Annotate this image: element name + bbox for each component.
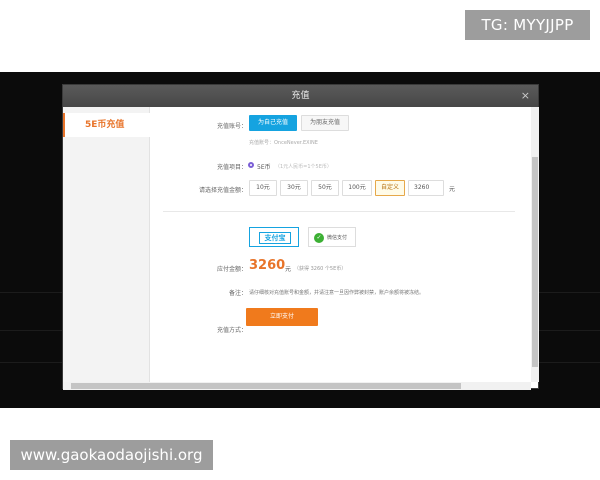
amount-unit: 元 <box>449 186 456 193</box>
close-icon[interactable]: × <box>521 85 530 107</box>
wechat-icon: ✓ <box>314 233 324 243</box>
pay-now-button[interactable]: 立即支付 <box>246 308 318 326</box>
payment-label: 充值方式： <box>216 327 247 334</box>
dialog-sidebar: 5E币充值 <box>63 107 150 382</box>
coin-option: 5E币 <box>257 164 271 171</box>
amount-label: 请选择充值金额： <box>198 187 247 194</box>
horizontal-scrollbar[interactable] <box>63 382 531 390</box>
sidebar-item-5e-coin[interactable]: 5E币充值 <box>63 113 150 137</box>
coin-radio[interactable] <box>248 162 254 168</box>
watermark-top: TG: MYYJJPP <box>465 10 590 40</box>
custom-amount-input[interactable]: 3260 <box>408 180 444 196</box>
total-amount: 3260 <box>249 258 286 273</box>
section-divider <box>163 211 515 212</box>
total-label: 应付金额： <box>216 266 247 273</box>
dialog-title: 充值 <box>291 91 310 101</box>
item-label: 充值项目： <box>216 164 247 171</box>
dialog-titlebar: 充值 × <box>63 85 538 107</box>
exchange-rate: （1元人民币=1个5E币） <box>275 164 332 170</box>
recharge-self-button[interactable]: 为自己充值 <box>249 115 297 131</box>
vertical-scroll-thumb[interactable] <box>532 157 538 367</box>
recharge-friend-button[interactable]: 为朋友充值 <box>301 115 349 131</box>
alipay-logo: 支付宝 <box>259 232 291 244</box>
wechat-pay-option[interactable]: ✓ 微信支付 <box>308 227 356 247</box>
remark-text: 请仔细核对充值账号和金额，并请注意一旦因作弊被封禁，账户余额将被冻结。 <box>249 290 425 296</box>
account-name: 充值账号：OnceNever.EXINE <box>249 140 318 146</box>
alipay-option[interactable]: 支付宝 <box>249 227 299 247</box>
amount-50-button[interactable]: 50元 <box>311 180 339 196</box>
vertical-scrollbar[interactable] <box>531 107 539 382</box>
amount-30-button[interactable]: 30元 <box>280 180 308 196</box>
recharge-dialog: 充值 × 5E币充值 充值账号： 为自己充值 为朋友充值 充值账号：OnceNe… <box>62 84 539 390</box>
amount-100-button[interactable]: 100元 <box>342 180 372 196</box>
dialog-content: 充值账号： 为自己充值 为朋友充值 充值账号：OnceNever.EXINE 充… <box>151 107 527 382</box>
screen-background: 充值 × 5E币充值 充值账号： 为自己充值 为朋友充值 充值账号：OnceNe… <box>0 72 600 408</box>
total-unit: 元 <box>285 266 292 273</box>
amount-10-button[interactable]: 10元 <box>249 180 277 196</box>
remark-label: 备注： <box>228 290 247 297</box>
horizontal-scroll-thumb[interactable] <box>71 383 461 389</box>
watermark-bottom: www.gaokaodaojishi.org <box>10 440 213 470</box>
wechat-pay-label: 微信支付 <box>327 235 348 241</box>
custom-amount-button[interactable]: 自定义 <box>375 180 405 196</box>
total-note: （获得 3260 个5E币） <box>294 266 347 272</box>
account-label: 充值账号： <box>216 123 247 130</box>
